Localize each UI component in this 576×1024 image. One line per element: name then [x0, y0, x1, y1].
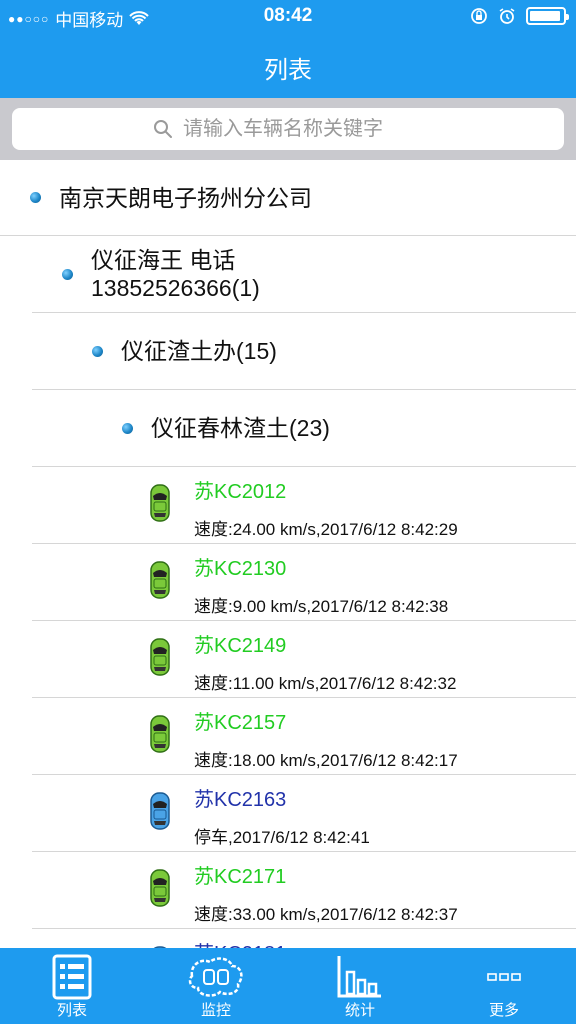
navigation-bar: 列表	[0, 34, 576, 98]
vehicle-row[interactable]: 苏KC2130 速度:9.00 km/s,2017/6/12 8:42:38	[32, 544, 576, 621]
tree-node-fleet[interactable]: 仪征春林渣土(23)	[32, 390, 576, 467]
vehicle-status: 速度:24.00 km/s,2017/6/12 8:42:29	[194, 520, 458, 539]
vehicle-row[interactable]: 苏KC2163 停车,2017/6/12 8:42:41	[32, 775, 576, 852]
tab-monitor[interactable]: 监控	[144, 948, 288, 1024]
vehicle-row[interactable]: 苏KC2149 速度:11.00 km/s,2017/6/12 8:42:32	[32, 621, 576, 698]
vehicle-row[interactable]: 苏KC2157 速度:18.00 km/s,2017/6/12 8:42:17	[32, 698, 576, 775]
vehicle-plate: 苏KC2171	[194, 866, 287, 888]
battery-icon	[526, 7, 569, 25]
vehicle-status: 速度:11.00 km/s,2017/6/12 8:42:32	[194, 674, 457, 693]
vehicle-row[interactable]: 苏KC2171 速度:33.00 km/s,2017/6/12 8:42:37	[32, 852, 576, 929]
tree-node-label: 仪征春林渣土(23)	[151, 415, 330, 441]
tree-node-label: 仪征海王 电话 13852526366(1)	[91, 246, 260, 302]
vehicle-row[interactable]: 苏KC2181	[32, 929, 576, 948]
vehicle-plate: 苏KC2157	[194, 712, 287, 734]
vehicle-tree-list: 南京天朗电子扬州分公司 仪征海王 电话 13852526366(1) 仪征渣土办…	[0, 160, 576, 948]
alarm-icon	[499, 8, 515, 24]
tab-statistics[interactable]: 统计	[288, 948, 432, 1024]
tree-node-label-line1: 仪征海王 电话	[91, 247, 236, 273]
search-bar	[0, 98, 576, 160]
bar-chart-icon	[337, 956, 381, 998]
tree-node-bullet-icon	[62, 268, 73, 280]
tree-node-label-line2: 13852526366(1)	[91, 275, 260, 301]
tree-node-company[interactable]: 南京天朗电子扬州分公司	[0, 160, 576, 236]
page-title: 列表	[264, 57, 312, 84]
tab-label: 监控	[200, 1002, 231, 1019]
tree-node-label: 仪征渣土办(15)	[121, 338, 277, 364]
more-dots-icon	[487, 973, 521, 981]
status-right	[470, 7, 569, 25]
monitor-map-icon	[188, 957, 243, 997]
vehicle-status: 速度:33.00 km/s,2017/6/12 8:42:37	[194, 905, 458, 924]
tab-label: 更多	[488, 1002, 519, 1019]
moving-car-icon	[150, 484, 170, 522]
vehicle-plate: 苏KC2181	[194, 937, 286, 948]
moving-car-icon	[150, 869, 170, 907]
tab-more[interactable]: 更多	[432, 948, 576, 1024]
parked-car-icon	[150, 792, 170, 830]
moving-car-icon	[150, 715, 170, 753]
rotation-lock-icon	[471, 8, 487, 24]
tab-bar: 列表 监控 统计 更多	[0, 948, 576, 1024]
vehicle-plate: 苏KC2163	[194, 789, 287, 811]
search-input[interactable]	[183, 117, 423, 141]
status-bar: ●●○○○ 中国移动 08:42	[0, 0, 576, 34]
tree-node-branch[interactable]: 仪征海王 电话 13852526366(1)	[32, 236, 576, 313]
list-icon	[52, 954, 92, 1000]
tree-node-office[interactable]: 仪征渣土办(15)	[32, 313, 576, 390]
search-box[interactable]	[12, 108, 564, 150]
moving-car-icon	[150, 638, 170, 676]
vehicle-plate: 苏KC2149	[194, 635, 287, 657]
tab-label: 统计	[344, 1002, 375, 1019]
vehicle-plate: 苏KC2130	[194, 558, 287, 580]
vehicle-status: 速度:9.00 km/s,2017/6/12 8:42:38	[194, 597, 449, 616]
tree-node-label: 南京天朗电子扬州分公司	[59, 184, 312, 211]
tab-list[interactable]: 列表	[0, 948, 144, 1024]
search-icon	[154, 120, 172, 138]
tree-node-bullet-icon	[122, 422, 133, 434]
tree-node-bullet-icon	[30, 192, 41, 203]
vehicle-row[interactable]: 苏KC2012 速度:24.00 km/s,2017/6/12 8:42:29	[32, 467, 576, 544]
vehicle-status: 停车,2017/6/12 8:42:41	[194, 828, 370, 847]
vehicle-status: 速度:18.00 km/s,2017/6/12 8:42:17	[194, 751, 458, 770]
tree-node-bullet-icon	[92, 345, 103, 357]
vehicle-plate: 苏KC2012	[194, 481, 287, 503]
moving-car-icon	[150, 561, 170, 599]
tab-label: 列表	[56, 1002, 87, 1019]
